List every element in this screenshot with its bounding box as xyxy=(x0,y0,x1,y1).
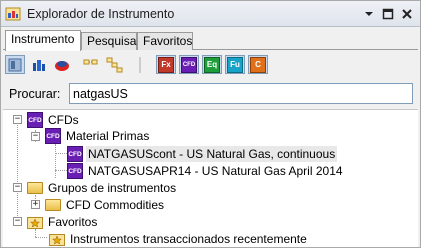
layout-icon[interactable] xyxy=(5,55,25,74)
fx-text: Fx xyxy=(161,59,171,69)
commodity-filter-icon[interactable]: C xyxy=(248,55,268,74)
toolbar: Fx CFD Eq Fu C xyxy=(3,51,418,77)
tree-node-recent-instruments[interactable]: Instrumentos transaccionados recentement… xyxy=(49,230,309,248)
maximize-icon[interactable] xyxy=(380,6,396,22)
tree-node-label: NATGASUScont - US Natural Gas, continuou… xyxy=(86,146,338,162)
cfd-icon-text: CFD xyxy=(68,151,82,158)
title-bar: Explorador de Instrumento xyxy=(1,1,420,27)
collapse-toggle-favoritos[interactable]: − xyxy=(13,217,22,226)
tree-node-label: NATGASUSAPR14 - US Natural Gas April 201… xyxy=(88,164,343,178)
chart-bars-icon[interactable] xyxy=(29,55,49,74)
tab-label: Pesquisar xyxy=(87,34,141,48)
tab-label: Instrumento xyxy=(11,32,75,46)
search-label: Procurar: xyxy=(9,87,61,101)
tree-node-label: CFDs xyxy=(48,113,79,127)
app-icon xyxy=(5,6,21,22)
tree-expand-icon[interactable] xyxy=(105,55,125,74)
collapse-toggle-grupos[interactable]: − xyxy=(13,183,22,192)
alert-icon[interactable] xyxy=(52,55,72,74)
eq-text: Eq xyxy=(206,59,218,69)
cfd-filter-icon[interactable]: CFD xyxy=(179,55,199,74)
window-title: Explorador de Instrumento xyxy=(27,7,175,21)
tree-node-label: Favoritos xyxy=(48,215,98,229)
tab-pesquisar[interactable]: Pesquisar xyxy=(81,32,141,50)
equity-filter-icon[interactable]: Eq xyxy=(202,55,222,74)
tab-instrumento[interactable]: Instrumento xyxy=(5,30,81,51)
instrument-explorer-window: Explorador de Instrumento Instrumento Pe… xyxy=(0,0,421,248)
instrument-tree: − CFD CFDs − CFD Material Primas CFD NAT… xyxy=(3,109,418,247)
folder-icon xyxy=(27,180,43,196)
close-icon[interactable] xyxy=(399,6,415,22)
search-input[interactable] xyxy=(69,83,413,104)
cfd-icon: CFD xyxy=(67,163,83,179)
tree-node-favoritos[interactable]: Favoritos xyxy=(27,213,99,231)
tree-node-material-primas[interactable]: CFD Material Primas xyxy=(45,127,151,145)
tab-strip: Instrumento Pesquisar Favoritos xyxy=(3,30,418,51)
tree-node-label: Instrumentos transaccionados recentement… xyxy=(70,232,307,246)
tree-node-natgasusapr14[interactable]: CFD NATGASUSAPR14 - US Natural Gas April… xyxy=(67,162,345,180)
tree-connector xyxy=(35,237,47,238)
cfd-icon: CFD xyxy=(45,128,61,144)
fu-text: Fu xyxy=(230,59,240,69)
tree-node-label: CFD Commodities xyxy=(66,198,165,212)
tree-connector xyxy=(55,170,67,171)
dropdown-icon[interactable] xyxy=(361,6,377,22)
futures-filter-icon[interactable]: Fu xyxy=(225,55,245,74)
star-folder-icon xyxy=(49,231,65,247)
tree-node-cfd-commodities[interactable]: CFD Commodities xyxy=(45,196,166,214)
cfd-icon-text: CFD xyxy=(68,168,82,175)
tab-favoritos[interactable]: Favoritos xyxy=(137,32,193,50)
cfd-icon: CFD xyxy=(27,112,43,128)
cfd-icon-text: CFD xyxy=(28,117,42,124)
tree-connector xyxy=(55,153,67,154)
tree-node-natgasuscont[interactable]: CFD NATGASUScont - US Natural Gas, conti… xyxy=(67,145,338,163)
star-folder-icon xyxy=(27,214,43,230)
cfd-icon-text: CFD xyxy=(46,133,60,140)
cfd-icon: CFD xyxy=(67,146,83,162)
collapse-toggle-cfds[interactable]: − xyxy=(13,115,22,124)
search-row: Procurar: xyxy=(3,79,418,107)
forex-filter-icon[interactable]: Fx xyxy=(156,55,176,74)
expand-toggle-cfd-commodities[interactable]: + xyxy=(31,200,40,209)
separator xyxy=(130,55,150,74)
tree-node-label: Material Primas xyxy=(66,129,150,143)
folder-icon xyxy=(45,197,61,213)
co-text: C xyxy=(255,59,261,69)
cfd-text: CFD xyxy=(182,61,196,68)
tree-connector xyxy=(17,120,18,224)
collapse-toggle-material-primas[interactable]: − xyxy=(31,132,40,141)
tree-node-grupos[interactable]: Grupos de instrumentos xyxy=(27,179,178,197)
tree-connector xyxy=(55,144,56,178)
tree-node-label: Grupos de instrumentos xyxy=(48,181,177,195)
tree-collapse-icon[interactable] xyxy=(82,55,102,74)
tab-label: Favoritos xyxy=(143,34,193,48)
